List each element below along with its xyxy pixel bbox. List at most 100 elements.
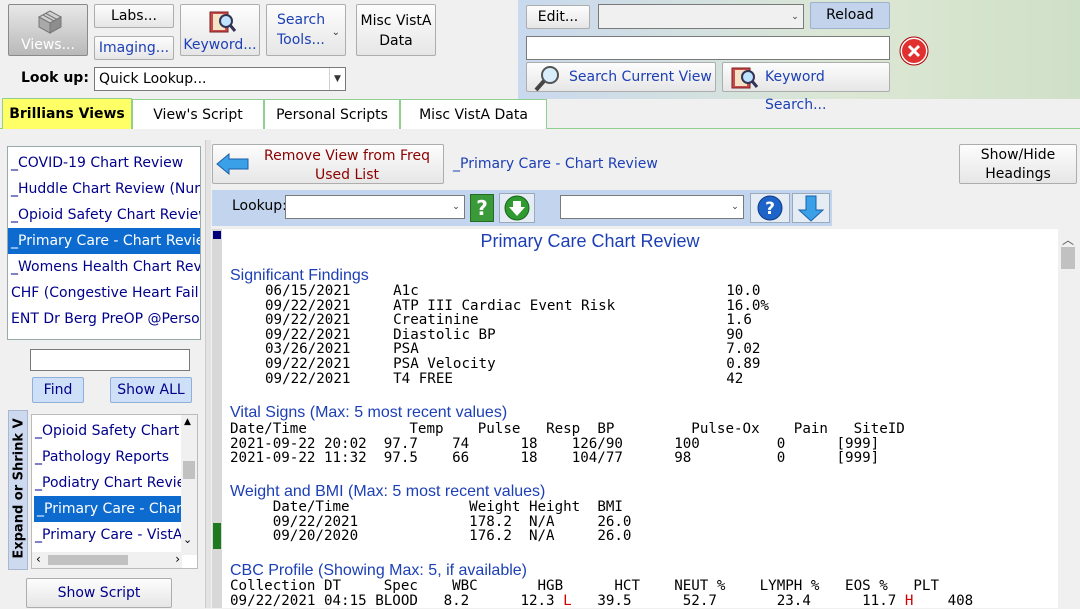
list-item-selected[interactable]: _Primary Care - Chart Review (8, 228, 200, 254)
list-item[interactable]: _Podiatry Chart Review (32, 470, 182, 496)
search-input[interactable] (526, 36, 890, 60)
labs-button[interactable]: Labs... (94, 4, 174, 28)
splitter[interactable] (205, 140, 211, 608)
keyword-button[interactable]: Keyword... (180, 4, 260, 56)
tab-misc-vista-data[interactable]: Misc VistA Data (400, 99, 547, 129)
keyword-label: Keyword... (183, 37, 257, 53)
list-item[interactable]: _Huddle Chart Review (Nursing) (8, 176, 200, 202)
edit-button[interactable]: Edit... (526, 5, 590, 29)
close-icon (898, 36, 930, 70)
tab-views-script[interactable]: View's Script (132, 99, 264, 129)
keyword-search-button[interactable]: Keyword Search... (722, 62, 890, 113)
table-cell: 2021-09-22 11:32 (230, 450, 384, 467)
table-cell: [999] (836, 435, 880, 452)
table-cell: 16.0% (726, 297, 769, 314)
table-cell: LYMPH % (759, 578, 846, 594)
flag-indicator: L (563, 592, 598, 609)
table-cell: 0 (776, 435, 837, 452)
list-item[interactable]: _Womens Health Chart Review (8, 254, 200, 280)
table-cell: 18 (520, 450, 572, 467)
book-search-icon (729, 64, 759, 102)
reload-button[interactable]: Reload (810, 2, 890, 29)
find-input[interactable] (30, 349, 190, 371)
table-cell: Resp (546, 421, 598, 437)
table-header-row: Collection DT Spec WBC HGB HCT NEUT % LY… (230, 579, 973, 594)
table-header-row: Date/Time Weight Height BMI (230, 500, 631, 515)
lookup-select[interactable]: ⌄ (285, 195, 465, 219)
list-item[interactable]: _Opioid Safety Chart Review (32, 418, 182, 444)
scroll-thumb[interactable] (1061, 247, 1075, 269)
list-item[interactable]: ENT Dr Berg PreOP @Personal (8, 306, 200, 332)
table-cell: 100 (674, 435, 777, 452)
download-button[interactable] (499, 193, 535, 223)
views-button[interactable]: Views... (8, 4, 88, 56)
table-cell: 0 (776, 450, 837, 467)
table-cell: Weight (469, 499, 529, 515)
scroll-thumb[interactable] (183, 461, 195, 479)
download-arrow-icon (500, 195, 534, 226)
table-cell: BLOOD (375, 592, 444, 609)
table-cell: 06/15/2021 (265, 283, 394, 299)
table-cell: Pain (793, 421, 854, 437)
search-current-view-button[interactable]: Search Current View (526, 62, 716, 92)
help-icon: ? (751, 195, 789, 226)
view-title: _Primary Care - Chart Review (453, 156, 658, 172)
show-hide-headings-label: Show/Hide Headings (980, 147, 1056, 182)
help-button[interactable]: ? (750, 193, 790, 223)
expand-shrink-handle[interactable]: Expand or Shrink V (8, 410, 28, 570)
book-search-icon (207, 8, 237, 36)
list-item[interactable]: _COVID-19 Chart Review (8, 150, 200, 176)
table-cell: Date/Time (230, 421, 410, 437)
search-tools-button[interactable]: Search Tools... ⌄ (266, 4, 346, 56)
table-cell: BP (597, 421, 692, 437)
remove-view-button[interactable]: Remove View from Freq Used List (212, 144, 444, 184)
list-item[interactable]: _Pathology Reports (32, 444, 182, 470)
tab-brillians-views[interactable]: Brillians Views (2, 98, 132, 129)
table-cell: 104/77 (571, 450, 675, 467)
table-cell: 0.89 (726, 355, 761, 372)
show-hide-headings-button[interactable]: Show/Hide Headings (959, 144, 1077, 184)
misc-vista-button[interactable]: Misc VistA Data (356, 4, 436, 56)
find-button[interactable]: Find (32, 377, 84, 403)
table-cell: 126/90 (571, 435, 675, 452)
table-cell: 39.5 (597, 592, 683, 609)
list-item[interactable]: _Primary Care - VistA (32, 522, 182, 548)
weight-bmi-table: Date/Time Weight Height BMI 09/22/2021 1… (230, 500, 632, 545)
keyword-search-label: Keyword Search... (765, 69, 827, 113)
list-item[interactable]: CHF (Congestive Heart Fail Chart) (8, 280, 200, 306)
show-all-button[interactable]: Show ALL (110, 377, 192, 403)
table-cell: HCT (614, 578, 675, 594)
tab-personal-scripts[interactable]: Personal Scripts (264, 99, 400, 129)
filter-select[interactable]: ⌄ (560, 195, 744, 219)
gutter-marker-green (213, 523, 221, 549)
list-item[interactable]: _Opioid Safety Chart Review (8, 202, 200, 228)
question-icon: ? (476, 196, 488, 220)
table-cell: 09/22/2021 04:15 (230, 592, 376, 609)
table-cell: SiteID (853, 421, 905, 437)
table-cell: 11.7 (862, 592, 905, 609)
quick-lookup-select[interactable]: Quick Lookup... ▼ (94, 67, 346, 91)
tab-label: View's Script (153, 106, 243, 123)
list-item-selected[interactable]: _Primary Care - Chart Review (34, 496, 182, 522)
report-scrollbar[interactable]: ︿ (1058, 229, 1078, 608)
view-select[interactable]: ⌄ (598, 4, 804, 29)
scrollbar-horizontal[interactable]: ‹ › (32, 552, 182, 568)
freq-used-list: _Opioid Safety Chart Review _Pathology R… (31, 414, 198, 569)
table-cell: HGB (537, 578, 615, 594)
table-cell: [999] (836, 450, 880, 467)
scroll-down-button[interactable] (792, 193, 830, 223)
table-row: 03/26/2021 PSA 7.02 (265, 342, 769, 357)
table-cell: 26.0 (597, 528, 632, 545)
views-list: _COVID-19 Chart Review _Huddle Chart Rev… (7, 146, 201, 340)
scrollbar-vertical[interactable]: ▲ ⌄ (181, 415, 197, 555)
table-cell: PSA (393, 341, 727, 358)
scroll-thumb[interactable] (48, 555, 128, 565)
lookup-field-label: Lookup: (232, 198, 287, 214)
show-script-button[interactable]: Show Script (26, 578, 172, 608)
clear-search-button[interactable] (898, 36, 930, 66)
help-question-button[interactable]: ? (470, 194, 494, 222)
imaging-button[interactable]: Imaging... (94, 36, 174, 60)
views-label: Views... (21, 37, 75, 53)
table-row: 09/22/2021 Diastolic BP 90 (265, 327, 769, 343)
cbc-profile-table: Collection DT Spec WBC HGB HCT NEUT % LY… (230, 579, 973, 608)
